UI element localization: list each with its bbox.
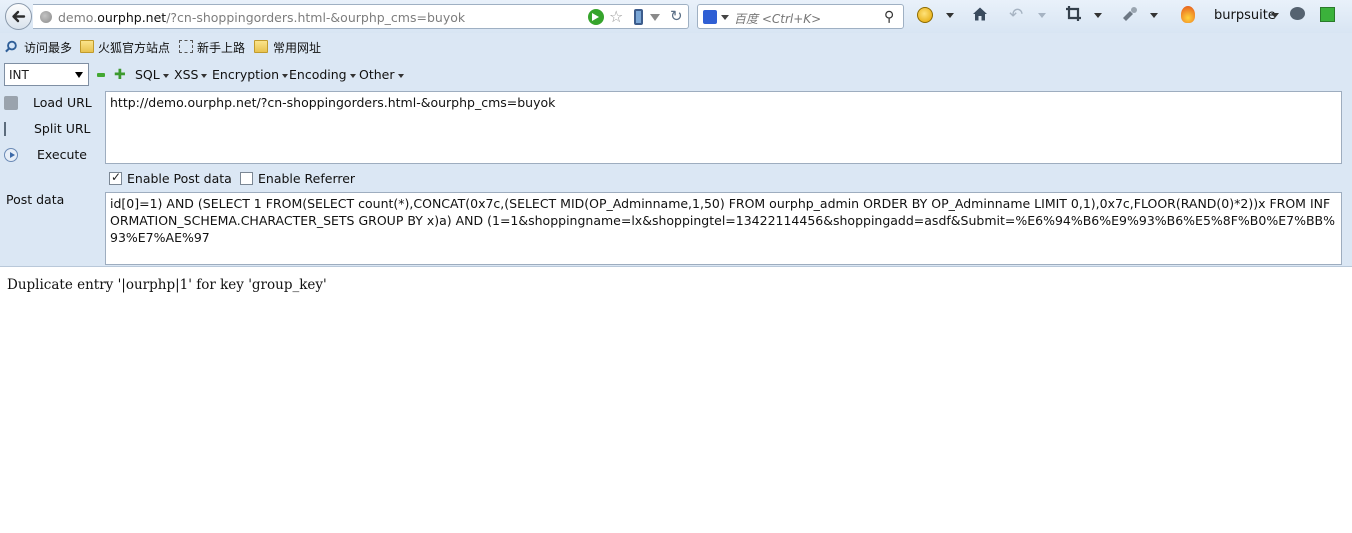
go-arrow-icon[interactable] [588, 9, 604, 25]
bookmark-most-visited[interactable]: 访问最多 [24, 39, 72, 56]
scissors-icon [4, 122, 18, 136]
post-data-label: Post data [6, 192, 65, 207]
hackbar-url-textarea[interactable]: http://demo.ourphp.net/?cn-shoppingorder… [105, 91, 1342, 164]
url-history-dropdown-icon[interactable] [650, 14, 660, 21]
dashed-page-icon [179, 40, 193, 53]
bookmark-star-icon[interactable]: ☆ [609, 7, 623, 26]
load-url-icon [4, 96, 18, 110]
address-bar-url[interactable]: demo.ourphp.net/?cn-shoppingorders.html-… [58, 10, 465, 25]
undo-icon[interactable]: ↶ [1009, 5, 1023, 25]
int-type-select[interactable]: INT [4, 63, 89, 86]
most-visited-icon [5, 40, 17, 53]
checkbox-checked-icon[interactable] [109, 170, 122, 185]
chat-bubble-icon[interactable] [1290, 7, 1305, 20]
folder-icon [254, 40, 268, 53]
bookmark-getting-started[interactable]: 新手上路 [197, 39, 245, 56]
search-engine-dropdown-icon[interactable] [721, 15, 729, 20]
enable-post-data-label: Enable Post data [127, 171, 232, 186]
hackbar-panel: INT ✚ SQL XSS Encryption Encoding Other … [0, 60, 1352, 267]
burpsuite-dropdown-icon[interactable] [1271, 13, 1279, 18]
sql-menu[interactable]: SQL [135, 67, 169, 82]
enable-referrer-label: Enable Referrer [258, 171, 356, 186]
search-bar[interactable]: 百度 <Ctrl+K> ⚲ [697, 4, 904, 29]
address-bar[interactable]: demo.ourphp.net/?cn-shoppingorders.html-… [33, 4, 689, 29]
site-identity-globe-icon[interactable] [40, 11, 52, 23]
screenshot-crop-icon[interactable] [1065, 5, 1082, 22]
select-chevron-down-icon [75, 72, 83, 78]
search-input-placeholder[interactable]: 百度 <Ctrl+K> [734, 10, 821, 27]
home-icon[interactable] [972, 6, 988, 22]
page-error-output: Duplicate entry '|ourphp|1' for key 'gro… [7, 277, 327, 293]
back-arrow-icon [12, 10, 26, 23]
folder-icon [80, 40, 94, 53]
xss-menu[interactable]: XSS [174, 67, 207, 82]
encryption-menu[interactable]: Encryption [212, 67, 288, 82]
post-data-textarea[interactable]: id[0]=1) AND (SELECT 1 FROM(SELECT count… [105, 192, 1342, 265]
firebug-fire-icon[interactable] [1181, 6, 1195, 23]
bookmark-firefox-official-site[interactable]: 火狐官方站点 [98, 39, 170, 56]
baidu-search-engine-icon[interactable] [703, 10, 717, 24]
checkbox-unchecked-icon[interactable] [240, 172, 253, 185]
play-icon [4, 148, 18, 162]
increase-plus-icon[interactable]: ✚ [114, 68, 126, 82]
magnifier-icon[interactable]: ⚲ [884, 9, 894, 25]
reload-icon[interactable]: ↻ [670, 7, 683, 25]
load-url-label: Load URL [33, 95, 92, 110]
bookmarks-toolbar: 访问最多 火狐官方站点 新手上路 常用网址 [0, 33, 1352, 60]
green-addon-icon[interactable] [1320, 7, 1335, 22]
smiley-dropdown-icon[interactable] [946, 13, 954, 18]
execute-label: Execute [37, 147, 87, 162]
tools-dropdown-icon[interactable] [1150, 13, 1158, 18]
smiley-addon-icon[interactable] [917, 7, 933, 23]
other-menu[interactable]: Other [359, 67, 404, 82]
undo-dropdown-icon[interactable] [1038, 13, 1046, 18]
screenshot-dropdown-icon[interactable] [1094, 13, 1102, 18]
split-url-label: Split URL [34, 121, 91, 136]
back-button[interactable] [5, 3, 32, 30]
tools-addon-icon[interactable] [1121, 6, 1139, 22]
navigation-toolbar: demo.ourphp.net/?cn-shoppingorders.html-… [0, 0, 1352, 33]
encoding-menu[interactable]: Encoding [289, 67, 356, 82]
mobile-view-icon[interactable] [634, 9, 643, 25]
burpsuite-menu-button[interactable]: burpsuite [1214, 8, 1276, 23]
int-select-value: INT [9, 68, 29, 82]
bookmark-common-sites[interactable]: 常用网址 [273, 39, 321, 56]
decrease-minus-icon[interactable] [97, 73, 105, 77]
